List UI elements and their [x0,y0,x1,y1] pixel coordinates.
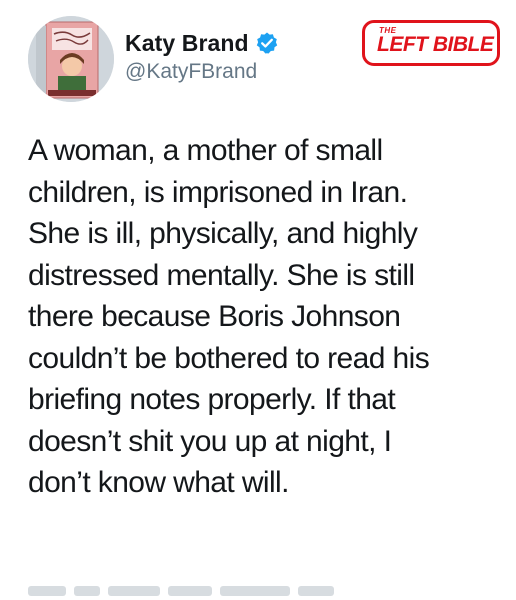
tweet-line: children, is imprisoned in Iran. [28,175,408,209]
tweet-line: distressed mentally. She is still [28,258,415,292]
watermark-logo: THE LEFT BIBLE [362,20,500,66]
user-handle[interactable]: @KatyFBrand [125,60,257,84]
user-name-row[interactable]: Katy Brand [125,28,279,58]
book-cover-image [28,16,114,102]
profile-avatar[interactable] [28,16,114,102]
tweet-line: there because Boris Johnson [28,300,401,333]
tweet-line: A woman, a mother of small [28,134,383,167]
cropped-timestamp-row [28,586,498,600]
display-name[interactable]: Katy Brand [125,30,249,57]
watermark-name: LEFT BIBLE [377,33,494,56]
tweet-body: A woman, a mother of small children, is … [28,130,498,504]
tweet-line: doesn’t shit you up at night, I [28,424,392,458]
tweet-line: couldn’t be bothered to read his [28,341,430,375]
tweet-line: don’t know what will. [28,466,289,499]
tweet-line: She is ill, physically, and highly [28,217,418,250]
tweet-line: briefing notes properly. If that [28,383,396,416]
verified-badge-icon [255,31,279,55]
